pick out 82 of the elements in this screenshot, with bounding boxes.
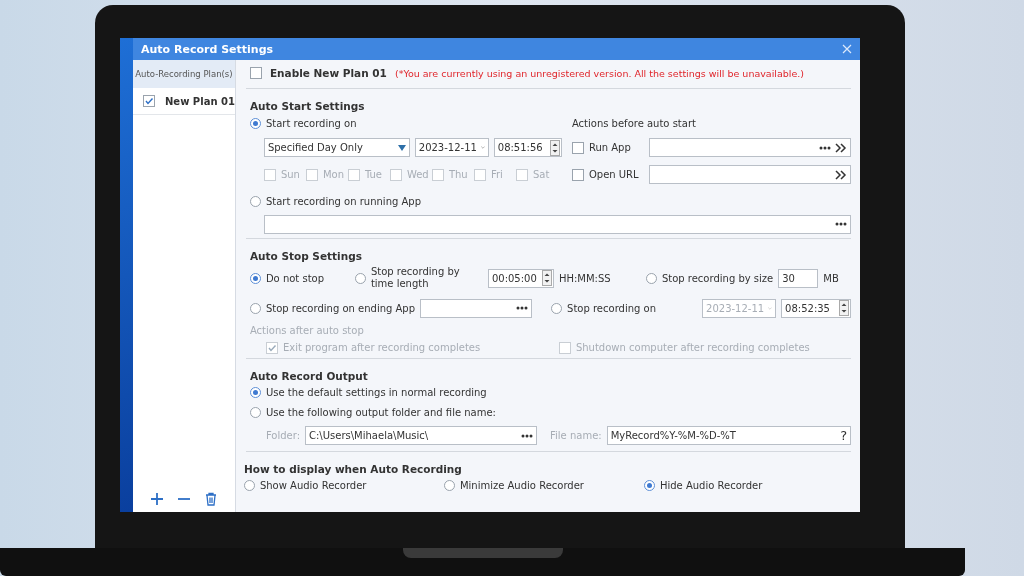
radio-label: Use the default settings in normal recording bbox=[265, 386, 487, 398]
more-icon[interactable] bbox=[819, 145, 832, 150]
chevron-icon bbox=[768, 305, 773, 311]
schedule-dropdown[interactable]: Specified Day Only bbox=[263, 138, 410, 157]
radio-label: Start recording on bbox=[265, 117, 357, 129]
sidebar-header: Auto-Recording Plan(s) bbox=[133, 60, 235, 88]
checkbox[interactable] bbox=[571, 168, 584, 181]
day-label: Sun bbox=[280, 169, 300, 180]
double-chevron-icon[interactable] bbox=[835, 169, 848, 180]
section-heading: Auto Stop Settings bbox=[249, 249, 363, 262]
chevron-icon bbox=[480, 145, 485, 150]
radio-button[interactable] bbox=[551, 302, 563, 314]
add-icon[interactable] bbox=[149, 492, 164, 506]
time-field[interactable]: 08:52:35 bbox=[781, 298, 852, 318]
more-icon[interactable] bbox=[521, 433, 533, 438]
checkbox-label: Open URL bbox=[588, 169, 640, 180]
checkbox[interactable] bbox=[143, 95, 155, 107]
caret-icon bbox=[397, 144, 406, 151]
time-field[interactable]: 08:51:56 bbox=[493, 138, 562, 157]
radio-button[interactable] bbox=[443, 479, 455, 491]
unit-label: MB bbox=[823, 272, 839, 284]
app-path-field[interactable] bbox=[420, 298, 533, 318]
file-name-field[interactable]: MyRecord%Y-%M-%D-%T ? bbox=[606, 426, 852, 445]
unit-label: HH:MM:SS bbox=[558, 272, 612, 284]
radio-label: Stop recording on bbox=[567, 302, 657, 314]
double-chevron-icon[interactable] bbox=[835, 142, 848, 153]
radio-button[interactable] bbox=[643, 479, 655, 491]
radio-button[interactable] bbox=[354, 272, 366, 284]
checkbox[interactable] bbox=[571, 141, 584, 154]
url-field[interactable] bbox=[648, 165, 852, 184]
section-heading: How to display when Auto Recording bbox=[243, 462, 463, 475]
radio-label: Stop recording by size bbox=[661, 272, 774, 284]
more-icon[interactable] bbox=[516, 306, 529, 310]
app-field[interactable] bbox=[648, 138, 852, 157]
duration-field[interactable]: 00:05:00 bbox=[487, 268, 554, 288]
radio-button[interactable] bbox=[249, 406, 261, 418]
help-button[interactable]: ? bbox=[840, 428, 848, 443]
day-label: Mon bbox=[322, 169, 344, 180]
date-picker[interactable]: 2023-12-11 bbox=[414, 138, 489, 157]
radio-button[interactable] bbox=[243, 479, 255, 491]
radio-label: Show Audio Recorder bbox=[259, 479, 367, 491]
spinner-icon[interactable] bbox=[541, 270, 552, 286]
group-label: Actions before auto start bbox=[571, 117, 696, 129]
day-label: Tue bbox=[364, 169, 382, 180]
trash-icon[interactable] bbox=[204, 492, 219, 506]
radio-label: Stop recording by time length bbox=[370, 266, 461, 290]
day-label: Fri bbox=[490, 169, 503, 180]
section-heading: Auto Start Settings bbox=[249, 99, 366, 112]
checkbox-label: Shutdown computer after recording completes bbox=[575, 342, 810, 353]
plan-item[interactable]: New Plan 01 bbox=[133, 88, 235, 115]
more-icon[interactable] bbox=[835, 222, 848, 226]
radio-label: Do not stop bbox=[265, 272, 325, 284]
radio-label: Stop recording on ending App bbox=[265, 302, 416, 314]
warning-text: (*You are currently using an unregistered version. All the settings will be unavailable.) bbox=[394, 67, 804, 79]
field-label: Folder: bbox=[265, 430, 300, 441]
section-heading: Auto Record Output bbox=[249, 369, 369, 382]
radio-button[interactable] bbox=[645, 272, 657, 284]
spinner-icon[interactable] bbox=[839, 300, 850, 316]
folder-field[interactable]: C:\Users\Mihaela\Music\ bbox=[305, 426, 537, 445]
radio-button[interactable] bbox=[249, 272, 261, 284]
close-icon[interactable] bbox=[842, 44, 852, 54]
window-title: Auto Record Settings bbox=[141, 42, 275, 56]
radio-label: Hide Audio Recorder bbox=[659, 479, 763, 491]
field-label: File name: bbox=[550, 430, 602, 441]
checkbox-label: Exit program after recording completes bbox=[282, 342, 481, 353]
radio-label: Use the following output folder and file name: bbox=[265, 406, 496, 418]
radio-label: Start recording on running App bbox=[265, 195, 422, 207]
day-label: Sat bbox=[532, 169, 550, 180]
day-label: Wed bbox=[406, 169, 429, 180]
spinner-icon[interactable] bbox=[549, 139, 560, 156]
checkbox-label: Enable New Plan 01 bbox=[269, 67, 387, 79]
checkbox[interactable] bbox=[249, 67, 262, 79]
radio-button[interactable] bbox=[249, 386, 261, 398]
group-label: Actions after auto stop bbox=[249, 325, 364, 336]
size-field[interactable]: 30 bbox=[778, 268, 819, 288]
radio-button[interactable] bbox=[249, 117, 261, 129]
radio-button[interactable] bbox=[249, 302, 261, 314]
radio-button[interactable] bbox=[249, 195, 261, 207]
day-label: Thu bbox=[448, 169, 468, 180]
checkbox-label: Run App bbox=[588, 142, 632, 153]
app-path-field[interactable] bbox=[263, 214, 852, 234]
radio-label: Minimize Audio Recorder bbox=[459, 479, 584, 491]
